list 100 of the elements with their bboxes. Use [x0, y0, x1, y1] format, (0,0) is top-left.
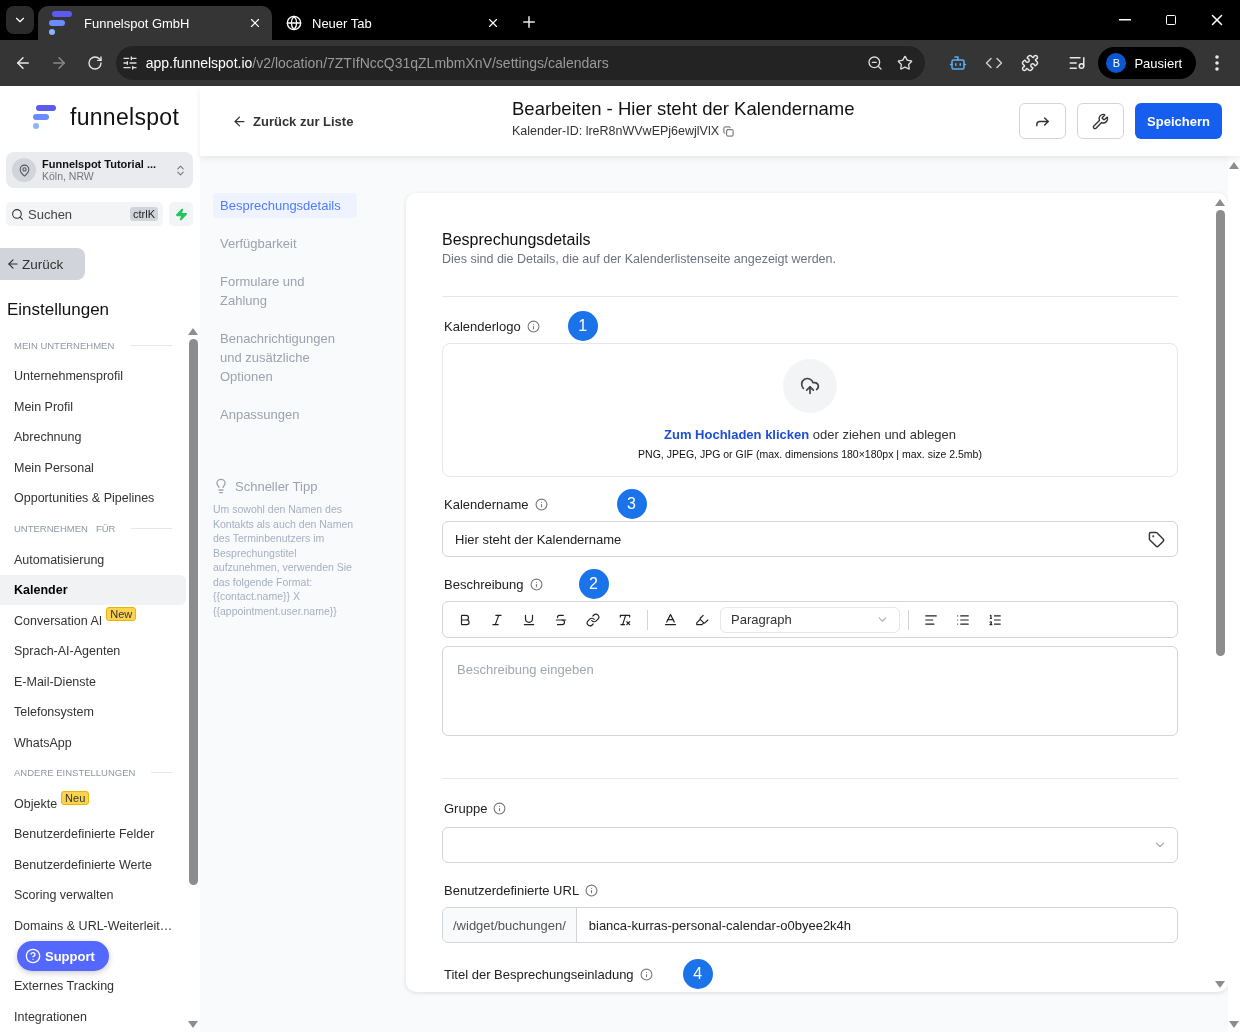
align-left-icon	[924, 612, 938, 627]
upload-dropzone[interactable]: Zum Hochladen klicken oder ziehen und ablegen PNG, JPEG, JPG or GIF (max. dimensions 180×180px | max. size 2.5mb)	[442, 343, 1178, 477]
search-icon	[11, 207, 24, 221]
wrench-icon	[1092, 112, 1109, 130]
address-bar[interactable]: app.funnelspot.io/v2/location/7ZTIfNccQ31qZLmbmXnV/settings/calendars	[115, 46, 925, 80]
section-label: FÜR	[95, 523, 116, 535]
tip-text: Um sowohl den Namen des Kontakts als auch den Namen des Terminbenutzers im Besprechungstitel aufzunehmen, verwenden Sie das folgende Format: {{contact.name}} X {{appointment.user.name}}	[213, 502, 355, 618]
sidebar-item[interactable]: Integrationen	[0, 1001, 186, 1032]
info-icon[interactable]	[585, 883, 599, 897]
step-marker: 1	[567, 311, 598, 341]
sidebar-item[interactable]: Conversation AI New	[0, 605, 186, 636]
sidebar-heading: Einstellungen	[7, 300, 111, 320]
field-label: Kalenderlogo	[444, 318, 521, 334]
puzzle-icon	[1020, 54, 1039, 72]
logo-icon	[48, 10, 74, 36]
tools-button[interactable]	[1077, 103, 1124, 139]
italic-icon	[490, 612, 504, 627]
account-switcher[interactable]: Funnelspot Tutorial ... Köln, NRW	[6, 152, 193, 188]
bullet-list-icon	[956, 612, 970, 627]
profile-button[interactable]: B Pausiert	[1098, 47, 1197, 79]
upload-icon	[800, 376, 820, 396]
maximize-icon	[1165, 14, 1177, 26]
sidebar-item[interactable]: Benutzerdefinierte Werte	[0, 849, 186, 880]
help-icon	[25, 948, 41, 964]
url-input[interactable]: /widget/buchungen/ bianca-kurras-personal-calendar-o0byee2k4h	[442, 907, 1178, 943]
robot-icon	[948, 54, 967, 72]
sidebar-item[interactable]: Mein Profil	[0, 391, 186, 423]
sidebar-item[interactable]: Scoring verwalten	[0, 880, 186, 911]
bold-icon	[458, 612, 472, 627]
playlist-icon	[1068, 54, 1087, 72]
minimize-icon	[1119, 19, 1131, 21]
location-icon	[17, 163, 31, 177]
new-badge: New	[106, 607, 137, 622]
field-label: Beschreibung	[444, 576, 524, 592]
support-button[interactable]: Support	[17, 941, 109, 971]
step-marker: 3	[616, 489, 647, 519]
logo-icon	[32, 104, 58, 130]
globe-icon	[286, 15, 302, 31]
section-label: UNTERNEHMEN	[14, 523, 88, 535]
close-icon[interactable]	[248, 16, 262, 30]
reload-icon	[86, 55, 103, 71]
format-select[interactable]: Paragraph	[720, 606, 900, 633]
zoom-icon[interactable]	[866, 55, 883, 71]
field-label: Gruppe	[444, 800, 488, 816]
browser-tab[interactable]: Funnelspot GmbH	[38, 6, 272, 40]
calendar-id: Kalender-ID: lreR8nWVwEPj6ewjlVlX	[512, 124, 720, 138]
upload-link[interactable]: Zum Hochladen klicken	[664, 427, 810, 442]
back-button[interactable]: Zurück	[0, 248, 85, 280]
tab-list-button[interactable]	[6, 6, 34, 34]
sidebar-item[interactable]: Mein Personal	[0, 452, 186, 484]
info-icon[interactable]	[534, 497, 548, 511]
share-button[interactable]	[1019, 103, 1066, 139]
sidebar-item[interactable]: Kalender	[0, 574, 186, 606]
field-label: Kalendername	[444, 496, 529, 512]
search-field[interactable]: Suchen ctrlK	[6, 202, 163, 226]
underline-icon	[522, 612, 536, 627]
info-icon[interactable]	[526, 319, 540, 333]
section-title: Besprechungsdetails	[442, 231, 592, 249]
sidebar-item[interactable]: Externes Tracking	[0, 971, 186, 1002]
bookmark-icon[interactable]	[896, 55, 913, 71]
arrow-left-icon	[6, 257, 20, 271]
field-label: Benutzerdefinierte URL	[444, 882, 580, 898]
sidebar-item[interactable]: Telefonsystem	[0, 696, 186, 728]
sidebar-item[interactable]: Sprach-AI-Agenten	[0, 635, 186, 667]
plus-icon	[520, 13, 538, 31]
browser-tab[interactable]: Neuer Tab	[276, 6, 510, 40]
step-marker: 4	[682, 959, 713, 989]
scrollbar[interactable]	[1228, 156, 1240, 1032]
field-label: Titel der Besprechungseinladung	[444, 966, 634, 982]
name-input[interactable]: Hier steht der Kalendername	[442, 521, 1178, 557]
save-button[interactable]: Speichern	[1135, 103, 1222, 139]
sidebar-item[interactable]: Abrechnung	[0, 422, 186, 453]
info-icon[interactable]	[493, 801, 507, 815]
section-label: MEIN UNTERNEHMEN	[14, 340, 115, 352]
tag-icon[interactable]	[1148, 530, 1165, 548]
strikethrough-icon	[554, 612, 568, 627]
info-icon[interactable]	[639, 967, 653, 981]
upload-hint: PNG, JPEG, JPG or GIF (max. dimensions 180×180px | max. size 2.5mb)	[638, 448, 982, 460]
sidebar-item[interactable]: WhatsApp	[0, 727, 186, 758]
link-icon	[586, 612, 600, 627]
sidebar-item[interactable]: E-Mail-Dienste	[0, 666, 186, 697]
new-badge: Neu	[61, 790, 90, 805]
upload-text: Zum Hochladen klicken oder ziehen und ablegen	[664, 427, 956, 442]
sidebar-item[interactable]: Automatisierung	[0, 544, 186, 575]
tip-title: Schneller Tipp	[235, 478, 318, 494]
site-settings-icon[interactable]	[121, 55, 138, 71]
sidebar-item[interactable]: Unternehmensprofil	[0, 361, 186, 392]
highlighter-icon	[695, 612, 709, 627]
info-icon[interactable]	[529, 577, 543, 591]
sidebar-item[interactable]: Opportunities & Pipelines	[0, 483, 186, 514]
section-subtitle: Dies sind die Details, die auf der Kalenderlistenseite angezeigt werden.	[442, 252, 837, 266]
menu-icon	[1215, 55, 1220, 71]
sidebar-item[interactable]: Domains & URL-Weiterleit…	[0, 910, 186, 941]
text-color-icon	[662, 612, 678, 627]
numbered-list-icon	[988, 612, 1002, 627]
chevron-icon	[174, 163, 187, 177]
sidebar-item[interactable]: Objekte Neu	[0, 788, 186, 819]
copy-icon[interactable]	[723, 125, 735, 137]
close-icon[interactable]	[486, 16, 500, 30]
sidebar-item[interactable]: Benutzerdefinierte Felder	[0, 819, 186, 850]
